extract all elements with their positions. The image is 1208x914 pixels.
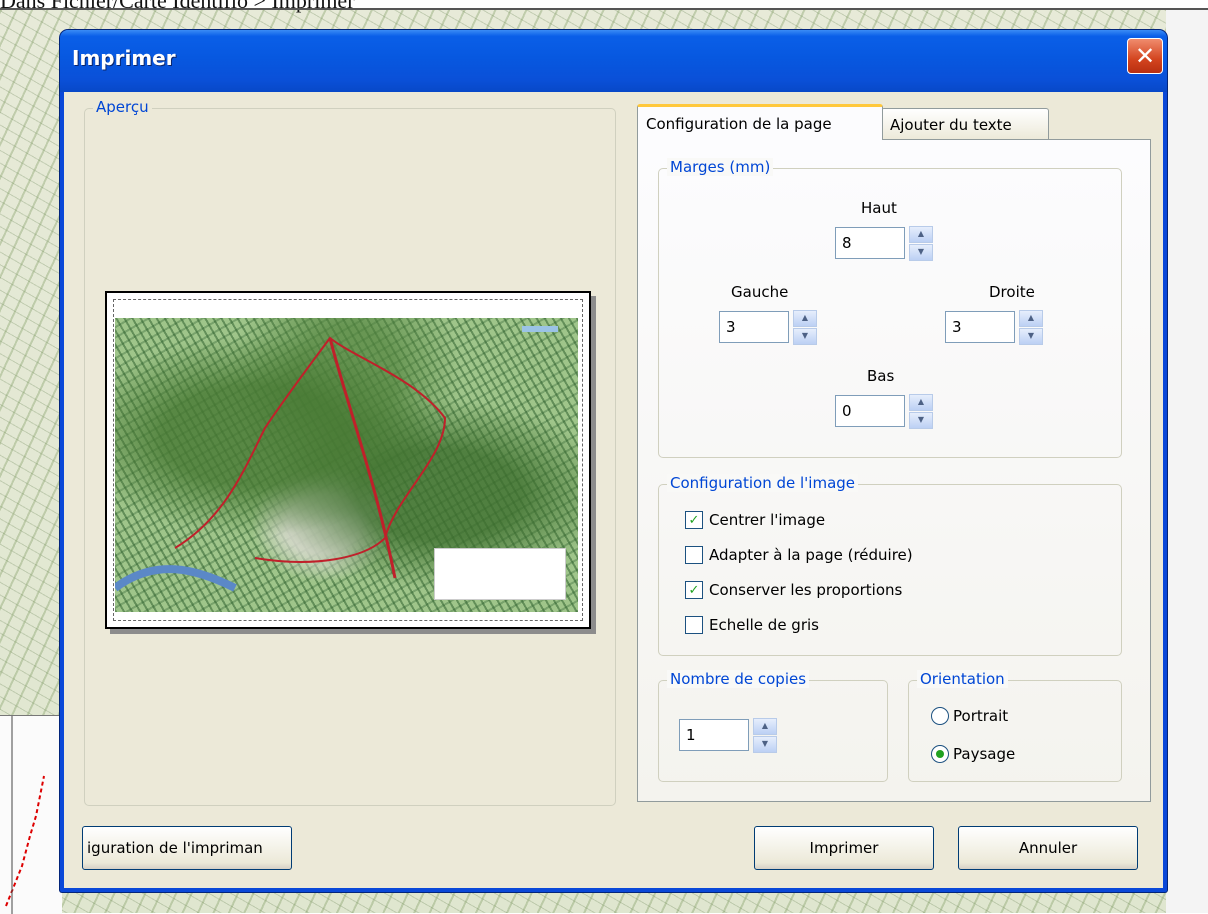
background-caption: Dans Fichier/Carte Identifio > Imprimer	[0, 0, 355, 13]
option-fit-page-label: Adapter à la page (réduire)	[709, 546, 913, 564]
dialog-titlebar[interactable]: Imprimer ✕	[60, 30, 1167, 92]
orientation-landscape-label: Paysage	[953, 745, 1016, 763]
spin-down-icon: ▼	[761, 739, 769, 748]
spin-up-icon: ▲	[1027, 313, 1035, 322]
spin-up-icon: ▲	[761, 721, 769, 730]
margin-bottom-label: Bas	[867, 367, 895, 385]
margin-bottom-input[interactable]	[835, 395, 905, 427]
margin-right-up-button[interactable]: ▲	[1019, 309, 1043, 327]
option-keep-proportions[interactable]: ✓ Conserver les proportions	[685, 581, 902, 599]
margin-right-input[interactable]	[945, 311, 1015, 343]
preview-legend-box	[434, 548, 566, 600]
radio-portrait[interactable]	[931, 707, 949, 725]
margin-left-label: Gauche	[731, 283, 789, 301]
close-button[interactable]: ✕	[1127, 38, 1163, 74]
checkbox-fit-page[interactable]	[685, 546, 703, 564]
copies-label: Nombre de copies	[667, 670, 810, 688]
option-grayscale-label: Echelle de gris	[709, 616, 819, 634]
print-button[interactable]: Imprimer	[754, 826, 934, 870]
background-profile-plot	[0, 715, 62, 914]
check-icon: ✓	[688, 582, 700, 598]
checkbox-keep-proportions[interactable]: ✓	[685, 581, 703, 599]
copies-group: Nombre de copies ▲ ▼	[658, 670, 888, 782]
background-right-strip	[1166, 10, 1208, 913]
preview-label: Aperçu	[93, 98, 152, 116]
profile-curve	[5, 716, 45, 914]
copies-down-button[interactable]: ▼	[753, 735, 777, 753]
spin-down-icon: ▼	[917, 415, 925, 424]
orientation-portrait-label: Portrait	[953, 707, 1009, 725]
spin-up-icon: ▲	[801, 313, 809, 322]
tab-panel-page-setup: Marges (mm) Haut ▲ ▼ Gauche ▲	[637, 139, 1151, 802]
spin-up-icon: ▲	[917, 229, 925, 238]
margin-bottom-spinner: ▲ ▼	[835, 393, 933, 429]
preview-scale-bar	[522, 326, 558, 332]
margin-top-down-button[interactable]: ▼	[909, 243, 933, 261]
orientation-landscape-option[interactable]: Paysage	[931, 745, 1015, 763]
close-icon: ✕	[1134, 42, 1156, 70]
margins-group: Marges (mm) Haut ▲ ▼ Gauche ▲	[658, 158, 1122, 458]
option-grayscale[interactable]: Echelle de gris	[685, 616, 819, 634]
copies-input[interactable]	[679, 719, 749, 751]
option-center-image[interactable]: ✓ Centrer l'image	[685, 511, 825, 529]
orientation-group: Orientation Portrait Paysage	[908, 670, 1122, 782]
checkbox-grayscale[interactable]	[685, 616, 703, 634]
copies-spinner: ▲ ▼	[679, 717, 777, 753]
margin-top-up-button[interactable]: ▲	[909, 225, 933, 243]
spin-up-icon: ▲	[917, 397, 925, 406]
option-center-image-label: Centrer l'image	[709, 511, 826, 529]
option-fit-page[interactable]: Adapter à la page (réduire)	[685, 546, 913, 564]
orientation-label: Orientation	[917, 670, 1008, 688]
margins-label: Marges (mm)	[667, 158, 774, 176]
background-rule	[0, 8, 1208, 10]
margin-top-input[interactable]	[835, 227, 905, 259]
margin-top-spinner: ▲ ▼	[835, 225, 933, 261]
settings-tabs: Configuration de la page Ajouter du text…	[637, 104, 1153, 804]
spin-down-icon: ▼	[917, 247, 925, 256]
margin-right-spinner: ▲ ▼	[945, 309, 1043, 345]
margin-left-spinner: ▲ ▼	[719, 309, 817, 345]
image-config-group: Configuration de l'image ✓ Centrer l'ima…	[658, 474, 1122, 656]
margin-top-label: Haut	[861, 199, 897, 217]
margin-right-label: Droite	[989, 283, 1035, 301]
option-keep-proportions-label: Conserver les proportions	[709, 581, 903, 599]
check-icon: ✓	[688, 512, 700, 528]
dialog-title: Imprimer	[72, 46, 176, 70]
cancel-button[interactable]: Annuler	[958, 826, 1138, 870]
radio-landscape[interactable]	[931, 745, 949, 763]
margin-left-up-button[interactable]: ▲	[793, 309, 817, 327]
spin-down-icon: ▼	[1027, 331, 1035, 340]
tab-page-setup[interactable]: Configuration de la page	[637, 104, 883, 140]
margin-bottom-down-button[interactable]: ▼	[909, 411, 933, 429]
dialog-client-area: Aperçu Configuration de la page Ajouter …	[64, 92, 1163, 888]
margin-left-input[interactable]	[719, 311, 789, 343]
preview-page	[105, 291, 591, 629]
copies-up-button[interactable]: ▲	[753, 717, 777, 735]
print-dialog: Imprimer ✕ Aperçu Configuration de la pa…	[60, 30, 1167, 892]
preview-map-image	[115, 318, 578, 612]
spin-down-icon: ▼	[801, 331, 809, 340]
margin-right-down-button[interactable]: ▼	[1019, 327, 1043, 345]
orientation-portrait-option[interactable]: Portrait	[931, 707, 1008, 725]
image-config-label: Configuration de l'image	[667, 474, 859, 492]
margin-left-down-button[interactable]: ▼	[793, 327, 817, 345]
tab-add-text[interactable]: Ajouter du texte	[881, 108, 1049, 140]
checkbox-center-image[interactable]: ✓	[685, 511, 703, 529]
printer-setup-button[interactable]: iguration de l'impriman	[82, 826, 292, 870]
radio-selected-dot	[936, 750, 944, 758]
preview-group: Aperçu	[84, 98, 616, 806]
margin-bottom-up-button[interactable]: ▲	[909, 393, 933, 411]
